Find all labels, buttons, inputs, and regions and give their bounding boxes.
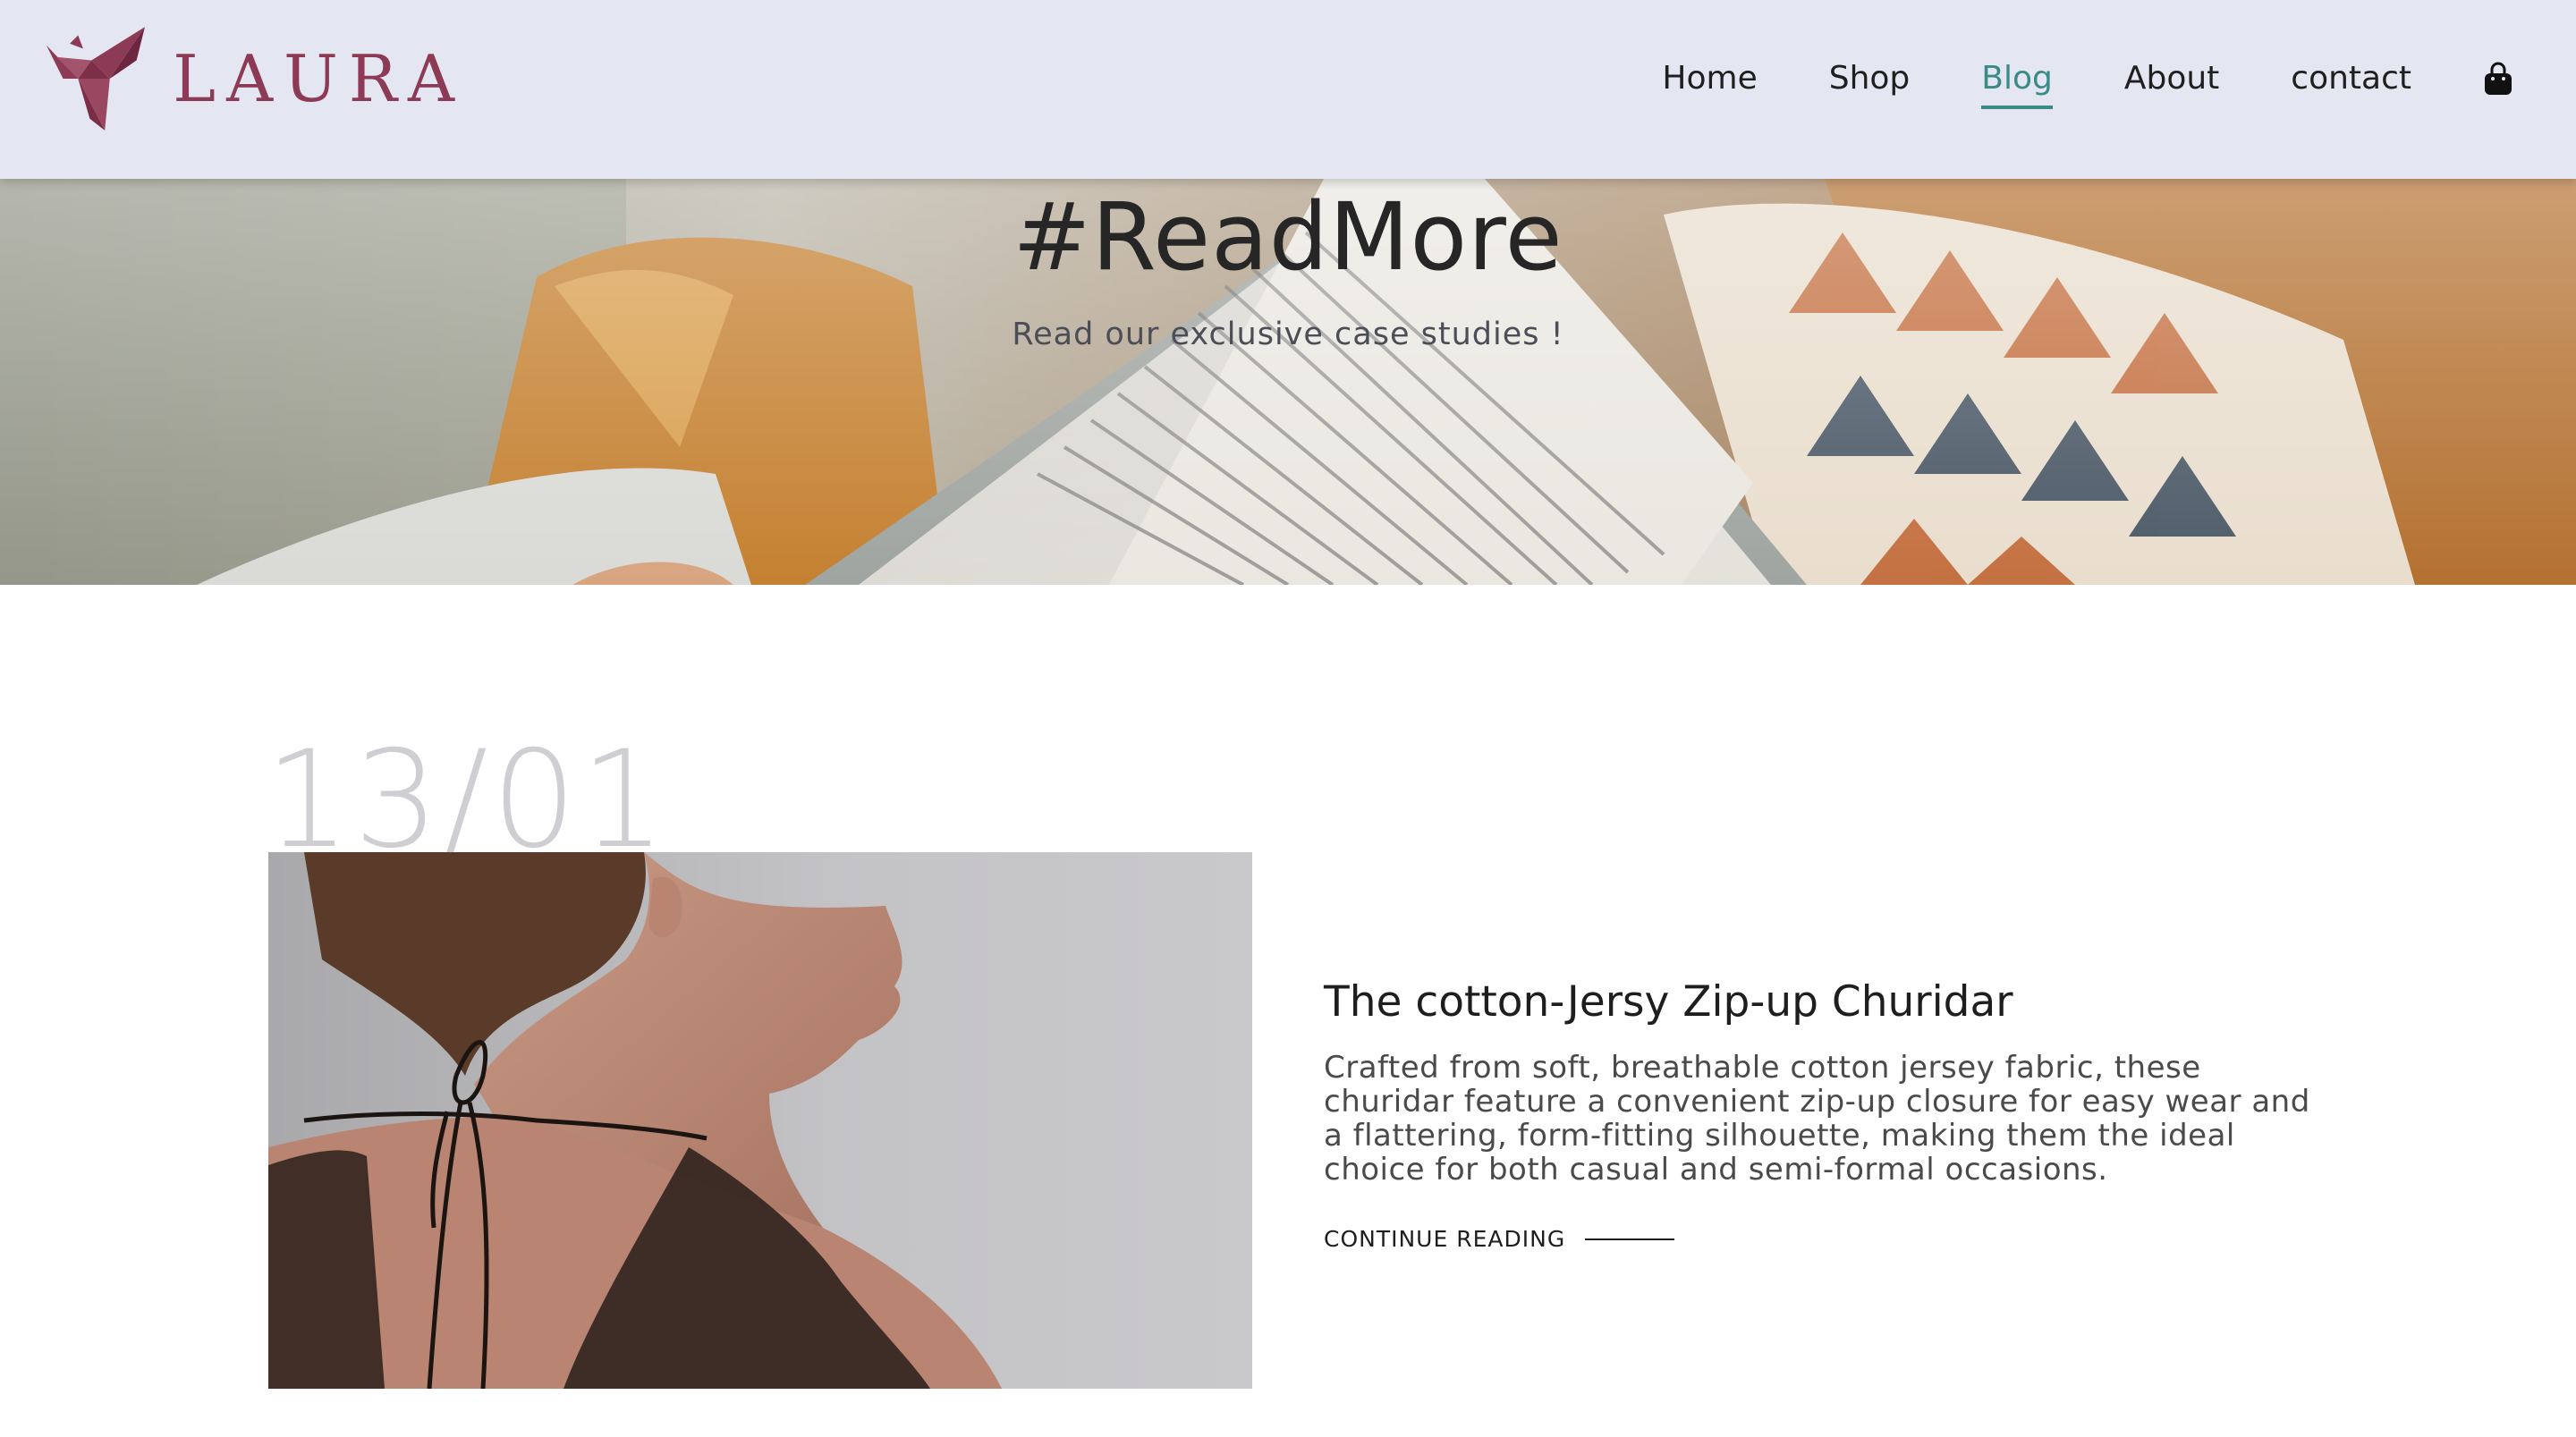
brand-logo[interactable]: LAURA [45, 23, 465, 134]
brand-name: LAURA [173, 41, 465, 116]
post-title[interactable]: The cotton-Jersy Zip-up Churidar [1324, 975, 2326, 1029]
nav-home[interactable]: Home [1662, 59, 1757, 97]
hero-subtitle: Read our exclusive case studies ! [1012, 317, 1564, 352]
shopping-bag-icon[interactable] [2483, 61, 2513, 97]
post-image[interactable] [268, 852, 1252, 1389]
continue-reading-line [1585, 1238, 1675, 1240]
origami-bird-logo-icon [46, 27, 145, 131]
nav-shop[interactable]: Shop [1829, 59, 1911, 97]
main-nav: Home Shop Blog About contact [1662, 50, 2513, 109]
post-excerpt: Crafted from soft, breathable cotton jer… [1324, 1050, 2310, 1188]
woman-back-portrait-image [268, 852, 1252, 1389]
nav-contact[interactable]: contact [2291, 59, 2411, 97]
nav-about[interactable]: About [2124, 59, 2219, 97]
post-date: 13/01 [265, 723, 670, 878]
hero-title: #ReadMore [1013, 182, 1563, 292]
hero-banner: #ReadMore Read our exclusive case studie… [0, 179, 2576, 585]
continue-reading-link[interactable]: CONTINUE READING [1324, 1226, 2326, 1252]
nav-blog[interactable]: Blog [1981, 59, 2053, 109]
site-header: LAURA Home Shop Blog About contact [0, 0, 2576, 179]
post-body: The cotton-Jersy Zip-up Churidar Crafted… [1324, 975, 2326, 1252]
continue-reading-label: CONTINUE READING [1324, 1226, 1566, 1253]
